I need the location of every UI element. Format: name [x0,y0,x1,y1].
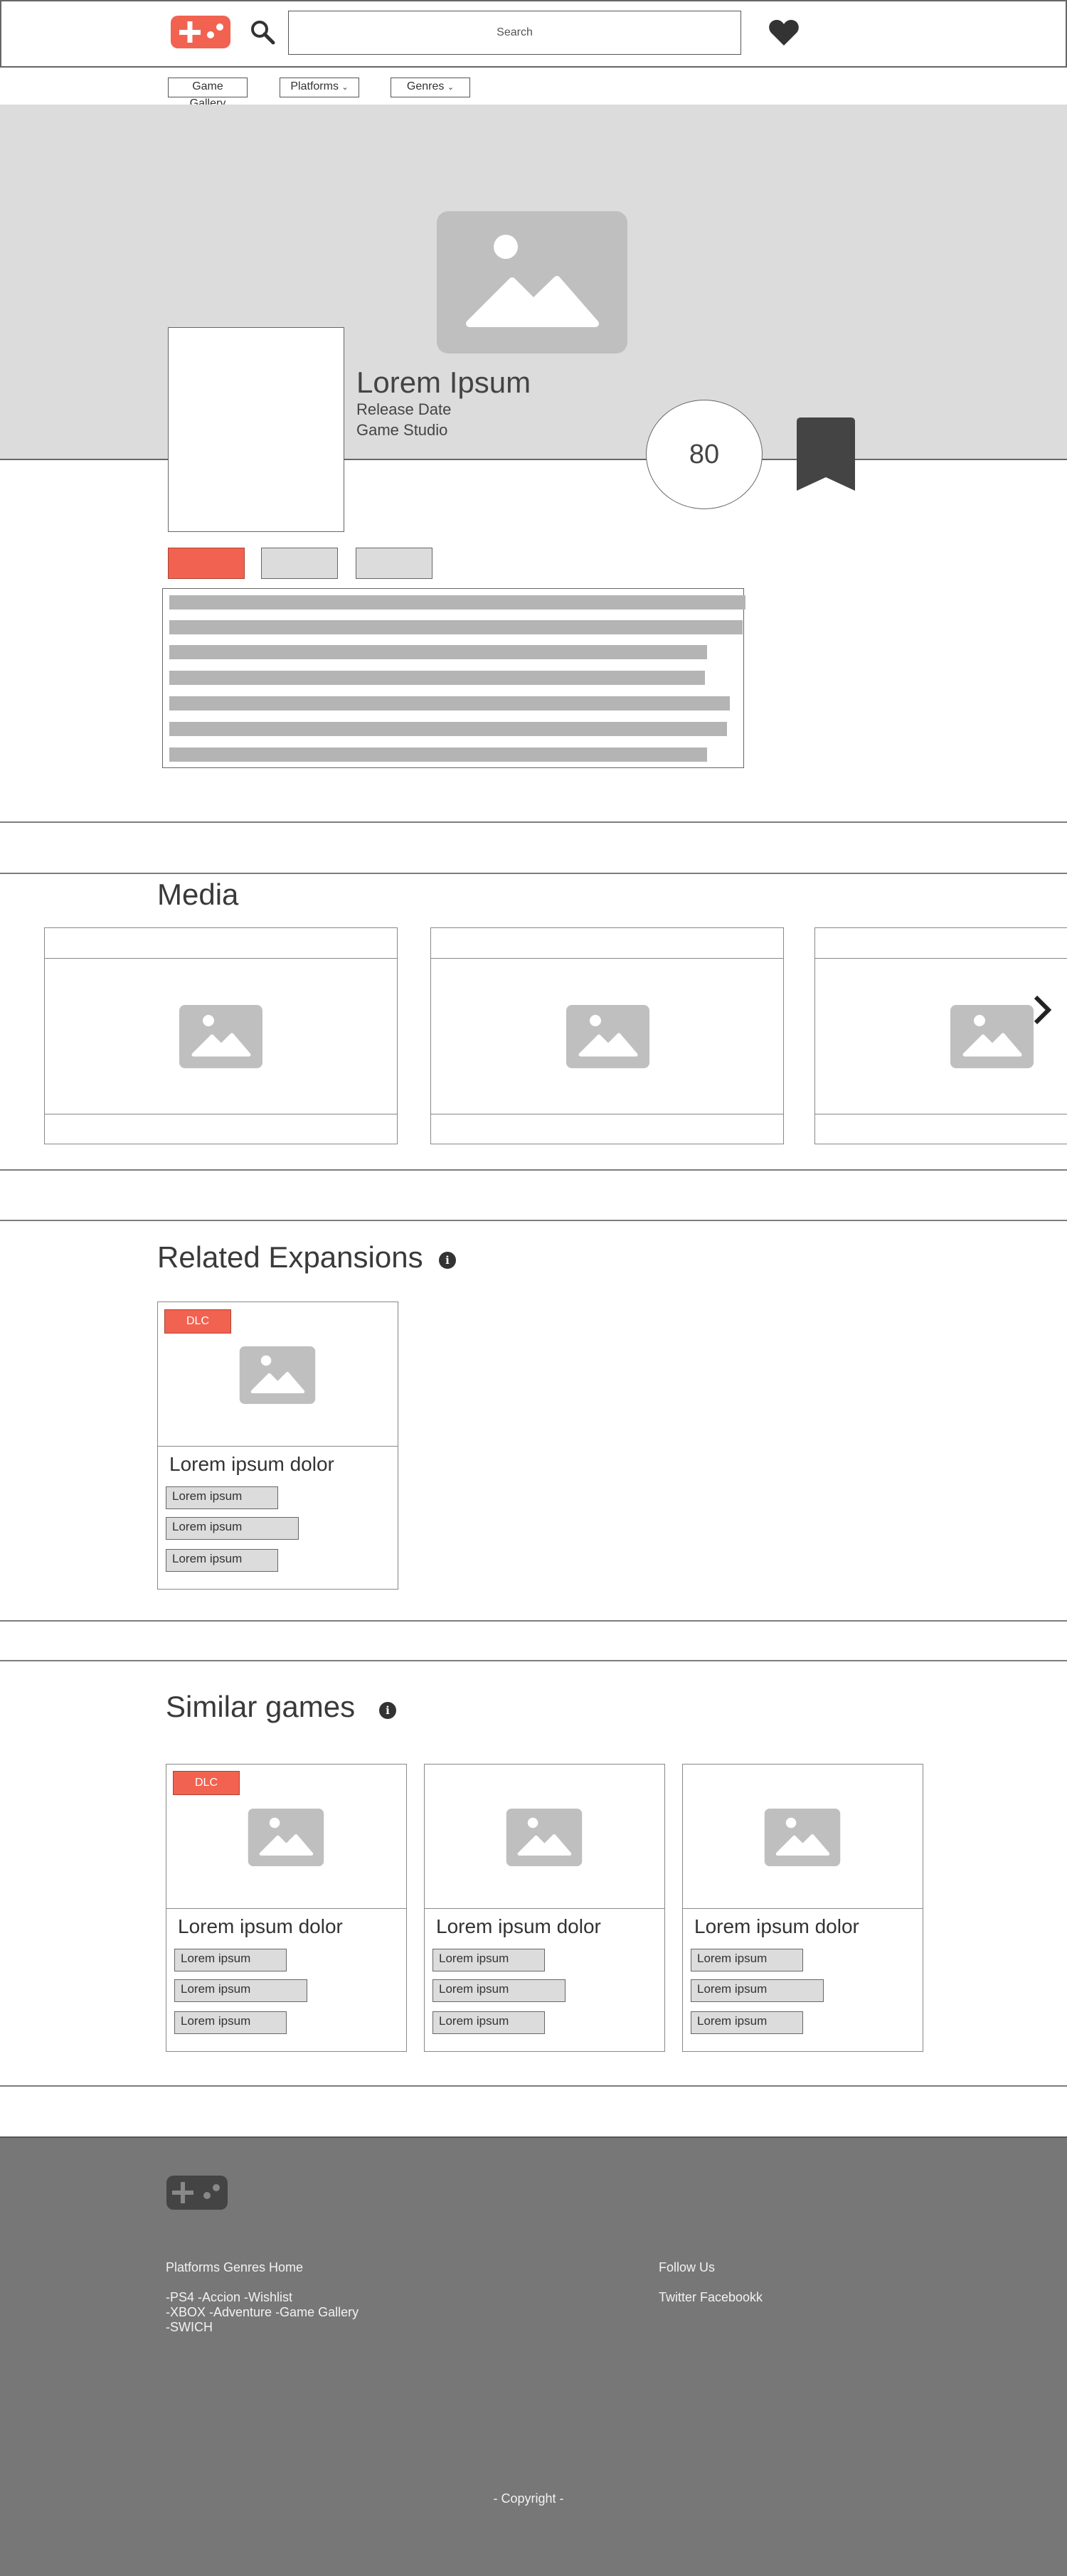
card-title: Lorem ipsum dolor [178,1915,343,1937]
card-tag: Lorem ipsum [166,1486,278,1509]
media-section-title: Media [157,878,239,911]
heart-icon[interactable] [768,18,800,47]
card-tag: Lorem ipsum [432,1979,566,2002]
divider [0,1660,1067,1661]
footer-nav-heading: Platforms Genres Home [166,2260,304,2274]
info-icon[interactable]: i [439,1252,456,1269]
footer-nav-line[interactable]: -SWICH [166,2320,213,2335]
tab-active[interactable] [168,548,245,579]
card-tag: Lorem ipsum [166,1549,278,1572]
text-line [169,595,745,610]
tab-2[interactable] [261,548,338,579]
divider [0,2085,1067,2087]
divider [0,1220,1067,1221]
card-divider [166,1908,407,1909]
tab-3[interactable] [356,548,432,579]
card-tag: Lorem ipsum [174,2011,287,2034]
media-card-divider [430,958,784,959]
footer-nav-line[interactable]: -XBOX -Adventure -Game Gallery [166,2305,359,2320]
card-tag: Lorem ipsum [691,1979,824,2002]
card-title: Lorem ipsum dolor [169,1453,334,1475]
nav-genres-select[interactable]: Genres ⌄ [391,78,470,97]
chevron-down-icon: ⌄ [341,83,349,92]
footer-gamepad-icon[interactable] [166,2176,228,2213]
score-value: 80 [689,440,720,469]
text-line [169,722,727,736]
divider [0,821,1067,823]
nav-game-gallery[interactable]: Game Gallery [168,78,248,110]
card-divider [157,1446,398,1447]
chevron-down-icon: ⌄ [447,83,455,92]
game-title: Lorem Ipsum [356,366,531,399]
expansions-section-title: Related Expansions [157,1240,423,1274]
card-tag: Lorem ipsum [166,1517,299,1540]
nav-platforms-select[interactable]: Platforms ⌄ [280,78,359,97]
media-card-divider [814,958,1067,959]
score-circle: 80 [646,400,763,509]
card-tag: Lorem ipsum [174,1949,287,1971]
card-title: Lorem ipsum dolor [694,1915,859,1937]
card-divider [424,1908,665,1909]
card-title: Lorem ipsum dolor [436,1915,601,1937]
image-icon [566,1005,649,1072]
image-icon [248,1809,324,1870]
text-line [169,747,707,762]
image-icon [506,1809,583,1870]
magnifier-icon[interactable] [249,18,276,46]
divider [0,1169,1067,1171]
text-line [169,645,707,659]
search-input[interactable]: Search [288,11,741,55]
nav-platforms-label: Platforms [290,80,339,92]
nav-genres-label: Genres [406,80,445,92]
footer-follow-heading: Follow Us [659,2260,716,2274]
card-divider [682,1908,923,1909]
similar-section-title: Similar games [166,1690,356,1723]
info-icon[interactable]: i [379,1702,396,1719]
footer-nav-line[interactable]: -PS4 -Accion -Wishlist [166,2290,292,2305]
cover-art [168,327,344,532]
image-icon [179,1005,262,1072]
card-tag: Lorem ipsum [691,2011,803,2034]
gamepad-icon[interactable] [171,16,230,48]
text-line [169,696,730,710]
media-card-divider [44,958,398,959]
image-icon [239,1346,316,1407]
search-placeholder: Search [497,26,533,38]
dlc-badge: DLC [164,1309,231,1334]
text-line [169,671,705,685]
image-icon [950,1005,1034,1072]
card-tag: Lorem ipsum [691,1949,803,1971]
hero-image-placeholder [437,211,627,353]
divider [0,873,1067,874]
image-icon [764,1809,841,1870]
footer-copyright: - Copyright - [493,2491,564,2506]
card-tag: Lorem ipsum [432,2011,545,2034]
chevron-right-icon[interactable] [1031,994,1053,1029]
dlc-badge: DLC [173,1771,240,1795]
divider [0,1620,1067,1622]
release-date: Release Date [356,400,452,418]
card-tag: Lorem ipsum [174,1979,307,2002]
game-studio: Game Studio [356,421,448,439]
footer-social-links[interactable]: Twitter Facebookk [659,2290,763,2305]
card-tag: Lorem ipsum [432,1949,545,1971]
footer [0,2136,1067,2576]
bookmark-icon[interactable] [797,417,855,491]
text-line [169,620,743,634]
